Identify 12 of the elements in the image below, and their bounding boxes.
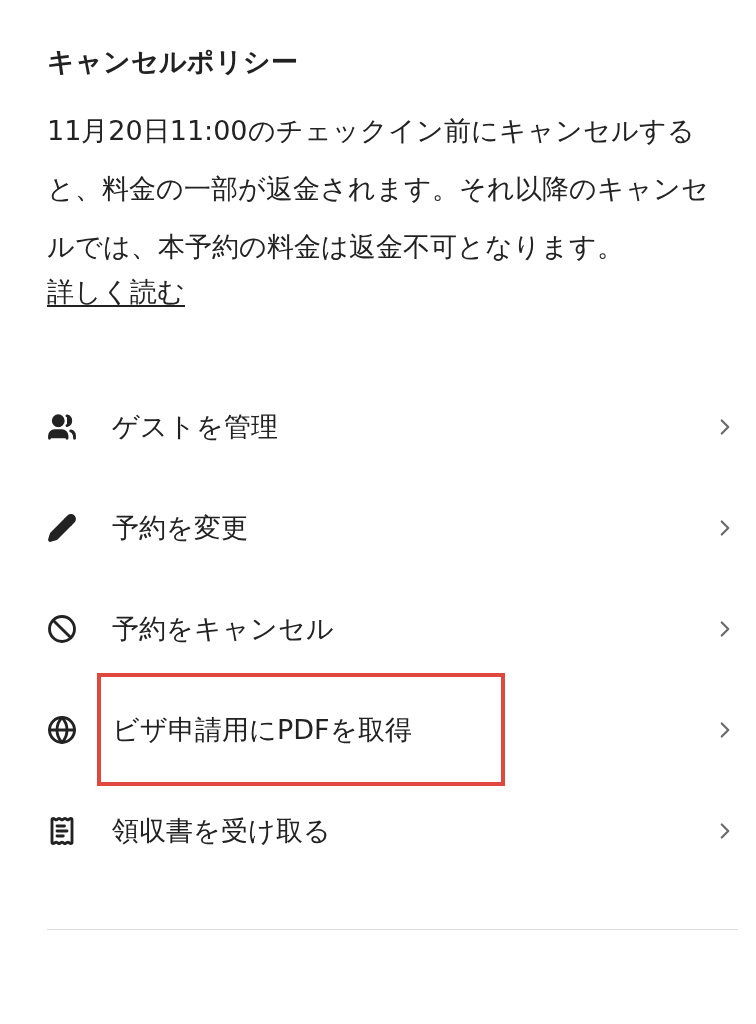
- prohibited-icon: [47, 613, 77, 644]
- read-more-link[interactable]: 詳しく読む: [47, 276, 185, 307]
- section-title: キャンセルポリシー: [47, 45, 299, 79]
- menu-label[interactable]: ビザ申請用にPDFを取得: [112, 709, 412, 750]
- policy-text: 11月20日11:00のチェックイン前にキャンセルすると、料金の一部が返金されます。それ以降のキャンセルでは、本予約の料金は返金不可となります。: [47, 114, 710, 264]
- menu-label[interactable]: 予約を変更: [112, 507, 248, 548]
- globe-icon: [47, 714, 77, 745]
- pencil-icon: [47, 512, 77, 543]
- menu-label[interactable]: ゲストを管理: [112, 406, 278, 447]
- people-icon: [47, 411, 77, 442]
- menu-label[interactable]: 領収書を受け取る: [112, 810, 331, 851]
- menu-label[interactable]: 予約をキャンセル: [112, 608, 334, 649]
